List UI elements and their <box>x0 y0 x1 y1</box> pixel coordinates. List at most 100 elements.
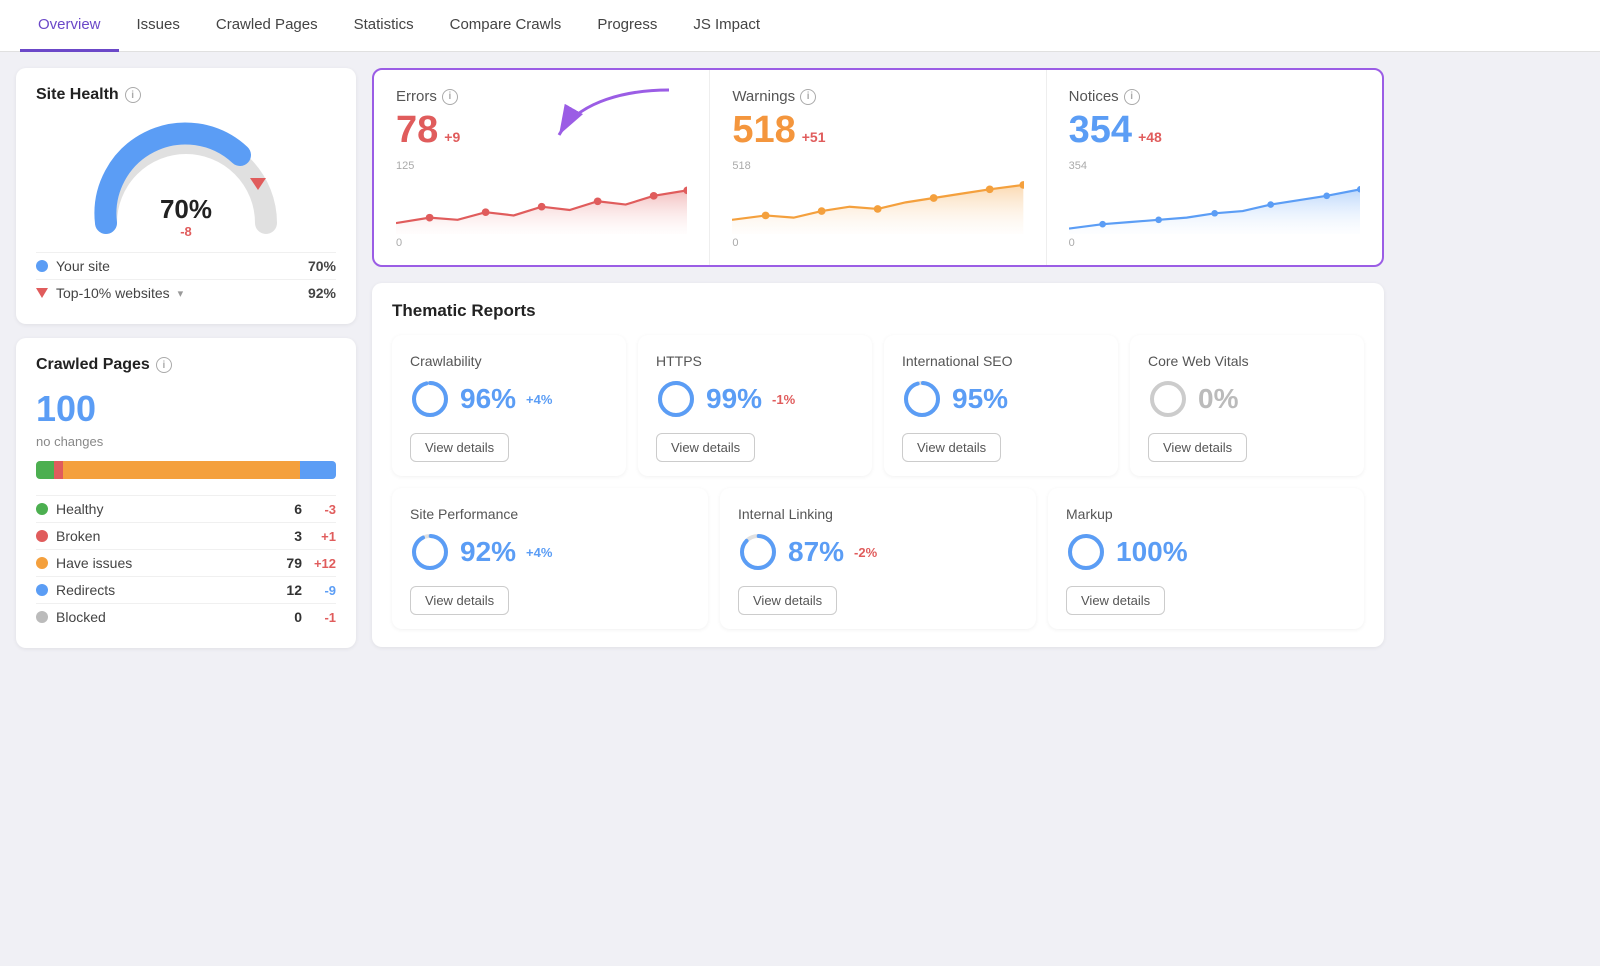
top10-label: Top-10% websites <box>56 285 170 301</box>
issues-dot <box>36 557 48 569</box>
notices-count-row: 354 +48 <box>1069 109 1360 152</box>
https-score: 99% <box>706 383 762 415</box>
errors-count: 78 <box>396 109 438 152</box>
theme-crawlability: Crawlability 96% +4% View details <box>392 335 626 476</box>
svg-text:-8: -8 <box>180 224 192 238</box>
navigation: Overview Issues Crawled Pages Statistics… <box>0 0 1600 52</box>
progress-issues <box>63 461 300 479</box>
crawled-count: 100 <box>36 388 336 430</box>
nav-statistics[interactable]: Statistics <box>336 0 432 52</box>
notices-count: 354 <box>1069 109 1132 152</box>
notices-panel: Notices i 354 +48 354 <box>1047 70 1382 265</box>
nav-crawled-pages[interactable]: Crawled Pages <box>198 0 336 52</box>
issues-label: Have issues <box>56 555 132 571</box>
internal-linking-view-details-button[interactable]: View details <box>738 586 837 615</box>
broken-val: 3 <box>274 528 302 544</box>
blocked-dot <box>36 611 48 623</box>
theme-core-web-vitals: Core Web Vitals 0% View details <box>1130 335 1364 476</box>
broken-label: Broken <box>56 528 100 544</box>
intl-seo-view-details-button[interactable]: View details <box>902 433 1001 462</box>
redirects-change: -9 <box>302 583 336 598</box>
https-view-details-button[interactable]: View details <box>656 433 755 462</box>
errors-label: Errors i <box>396 88 687 105</box>
core-web-vitals-title: Core Web Vitals <box>1148 353 1346 369</box>
crawl-legend-blocked: Blocked 0 -1 <box>36 603 336 630</box>
nav-overview[interactable]: Overview <box>20 0 119 52</box>
your-site-pct: 70% <box>308 258 336 274</box>
site-performance-view-details-button[interactable]: View details <box>410 586 509 615</box>
intl-seo-score-row: 95% <box>902 379 1100 419</box>
site-performance-delta: +4% <box>526 545 552 560</box>
errors-chart-labels: 125 <box>396 160 687 172</box>
markup-view-details-button[interactable]: View details <box>1066 586 1165 615</box>
site-health-info-icon[interactable]: i <box>125 87 141 103</box>
https-title: HTTPS <box>656 353 854 369</box>
crawlability-score: 96% <box>460 383 516 415</box>
broken-dot <box>36 530 48 542</box>
intl-seo-score: 95% <box>952 383 1008 415</box>
warnings-delta: +51 <box>802 129 826 145</box>
crawled-pages-card: Crawled Pages i 100 no changes Healthy 6… <box>16 338 356 648</box>
errors-info-icon[interactable]: i <box>442 89 458 105</box>
redirects-label: Redirects <box>56 582 115 598</box>
healthy-change: -3 <box>302 502 336 517</box>
top10-chevron-icon[interactable]: ▾ <box>178 287 184 300</box>
crawl-legend-healthy: Healthy 6 -3 <box>36 495 336 522</box>
core-web-vitals-score: 0% <box>1198 383 1238 415</box>
blocked-label: Blocked <box>56 609 106 625</box>
warnings-info-icon[interactable]: i <box>800 89 816 105</box>
site-performance-title: Site Performance <box>410 506 690 522</box>
errors-count-row: 78 +9 <box>396 109 687 152</box>
warnings-label: Warnings i <box>732 88 1023 105</box>
crawl-legend-redirects: Redirects 12 -9 <box>36 576 336 603</box>
gauge-chart: 70% -8 <box>86 118 286 238</box>
internal-linking-title: Internal Linking <box>738 506 1018 522</box>
blocked-val: 0 <box>274 609 302 625</box>
intl-seo-ring <box>902 379 942 419</box>
crawlability-view-details-button[interactable]: View details <box>410 433 509 462</box>
notices-chart-labels: 354 <box>1069 160 1360 172</box>
crawled-pages-info-icon[interactable]: i <box>156 357 172 373</box>
crawled-pages-title: Crawled Pages i <box>36 356 336 374</box>
top10-pct: 92% <box>308 285 336 301</box>
intl-seo-title: International SEO <box>902 353 1100 369</box>
issues-change: +12 <box>302 556 336 571</box>
nav-compare-crawls[interactable]: Compare Crawls <box>432 0 580 52</box>
core-web-vitals-view-details-button[interactable]: View details <box>1148 433 1247 462</box>
errors-chart-bottom: 0 <box>396 237 687 249</box>
legend-your-site: Your site 70% <box>36 252 336 279</box>
gauge-container: 70% -8 <box>36 118 336 238</box>
content-area: Errors i 78 +9 <box>372 68 1384 648</box>
notices-info-icon[interactable]: i <box>1124 89 1140 105</box>
your-site-label: Your site <box>56 258 110 274</box>
internal-linking-ring <box>738 532 778 572</box>
theme-internal-linking: Internal Linking 87% -2% View details <box>720 488 1036 629</box>
nav-progress[interactable]: Progress <box>579 0 675 52</box>
nav-js-impact[interactable]: JS Impact <box>675 0 778 52</box>
notices-delta: +48 <box>1138 129 1162 145</box>
site-performance-score-row: 92% +4% <box>410 532 690 572</box>
markup-ring <box>1066 532 1106 572</box>
https-ring <box>656 379 696 419</box>
crawlability-title: Crawlability <box>410 353 608 369</box>
crawlability-ring <box>410 379 450 419</box>
https-delta: -1% <box>772 392 795 407</box>
nav-issues[interactable]: Issues <box>119 0 198 52</box>
thematic-top-grid: Crawlability 96% +4% View details HTTPS <box>392 335 1364 476</box>
errors-delta: +9 <box>444 129 460 145</box>
markup-score-row: 100% <box>1066 532 1346 572</box>
theme-markup: Markup 100% View details <box>1048 488 1364 629</box>
errors-panel: Errors i 78 +9 <box>374 70 710 265</box>
warnings-chart <box>732 174 1023 234</box>
core-web-vitals-score-row: 0% <box>1148 379 1346 419</box>
markup-score: 100% <box>1116 536 1188 568</box>
healthy-val: 6 <box>274 501 302 517</box>
theme-intl-seo: International SEO 95% View details <box>884 335 1118 476</box>
crawlability-delta: +4% <box>526 392 552 407</box>
blocked-change: -1 <box>302 610 336 625</box>
warnings-chart-bottom: 0 <box>732 237 1023 249</box>
internal-linking-score: 87% <box>788 536 844 568</box>
theme-site-performance: Site Performance 92% +4% View details <box>392 488 708 629</box>
crawl-legend-issues: Have issues 79 +12 <box>36 549 336 576</box>
site-health-title: Site Health i <box>36 86 336 104</box>
